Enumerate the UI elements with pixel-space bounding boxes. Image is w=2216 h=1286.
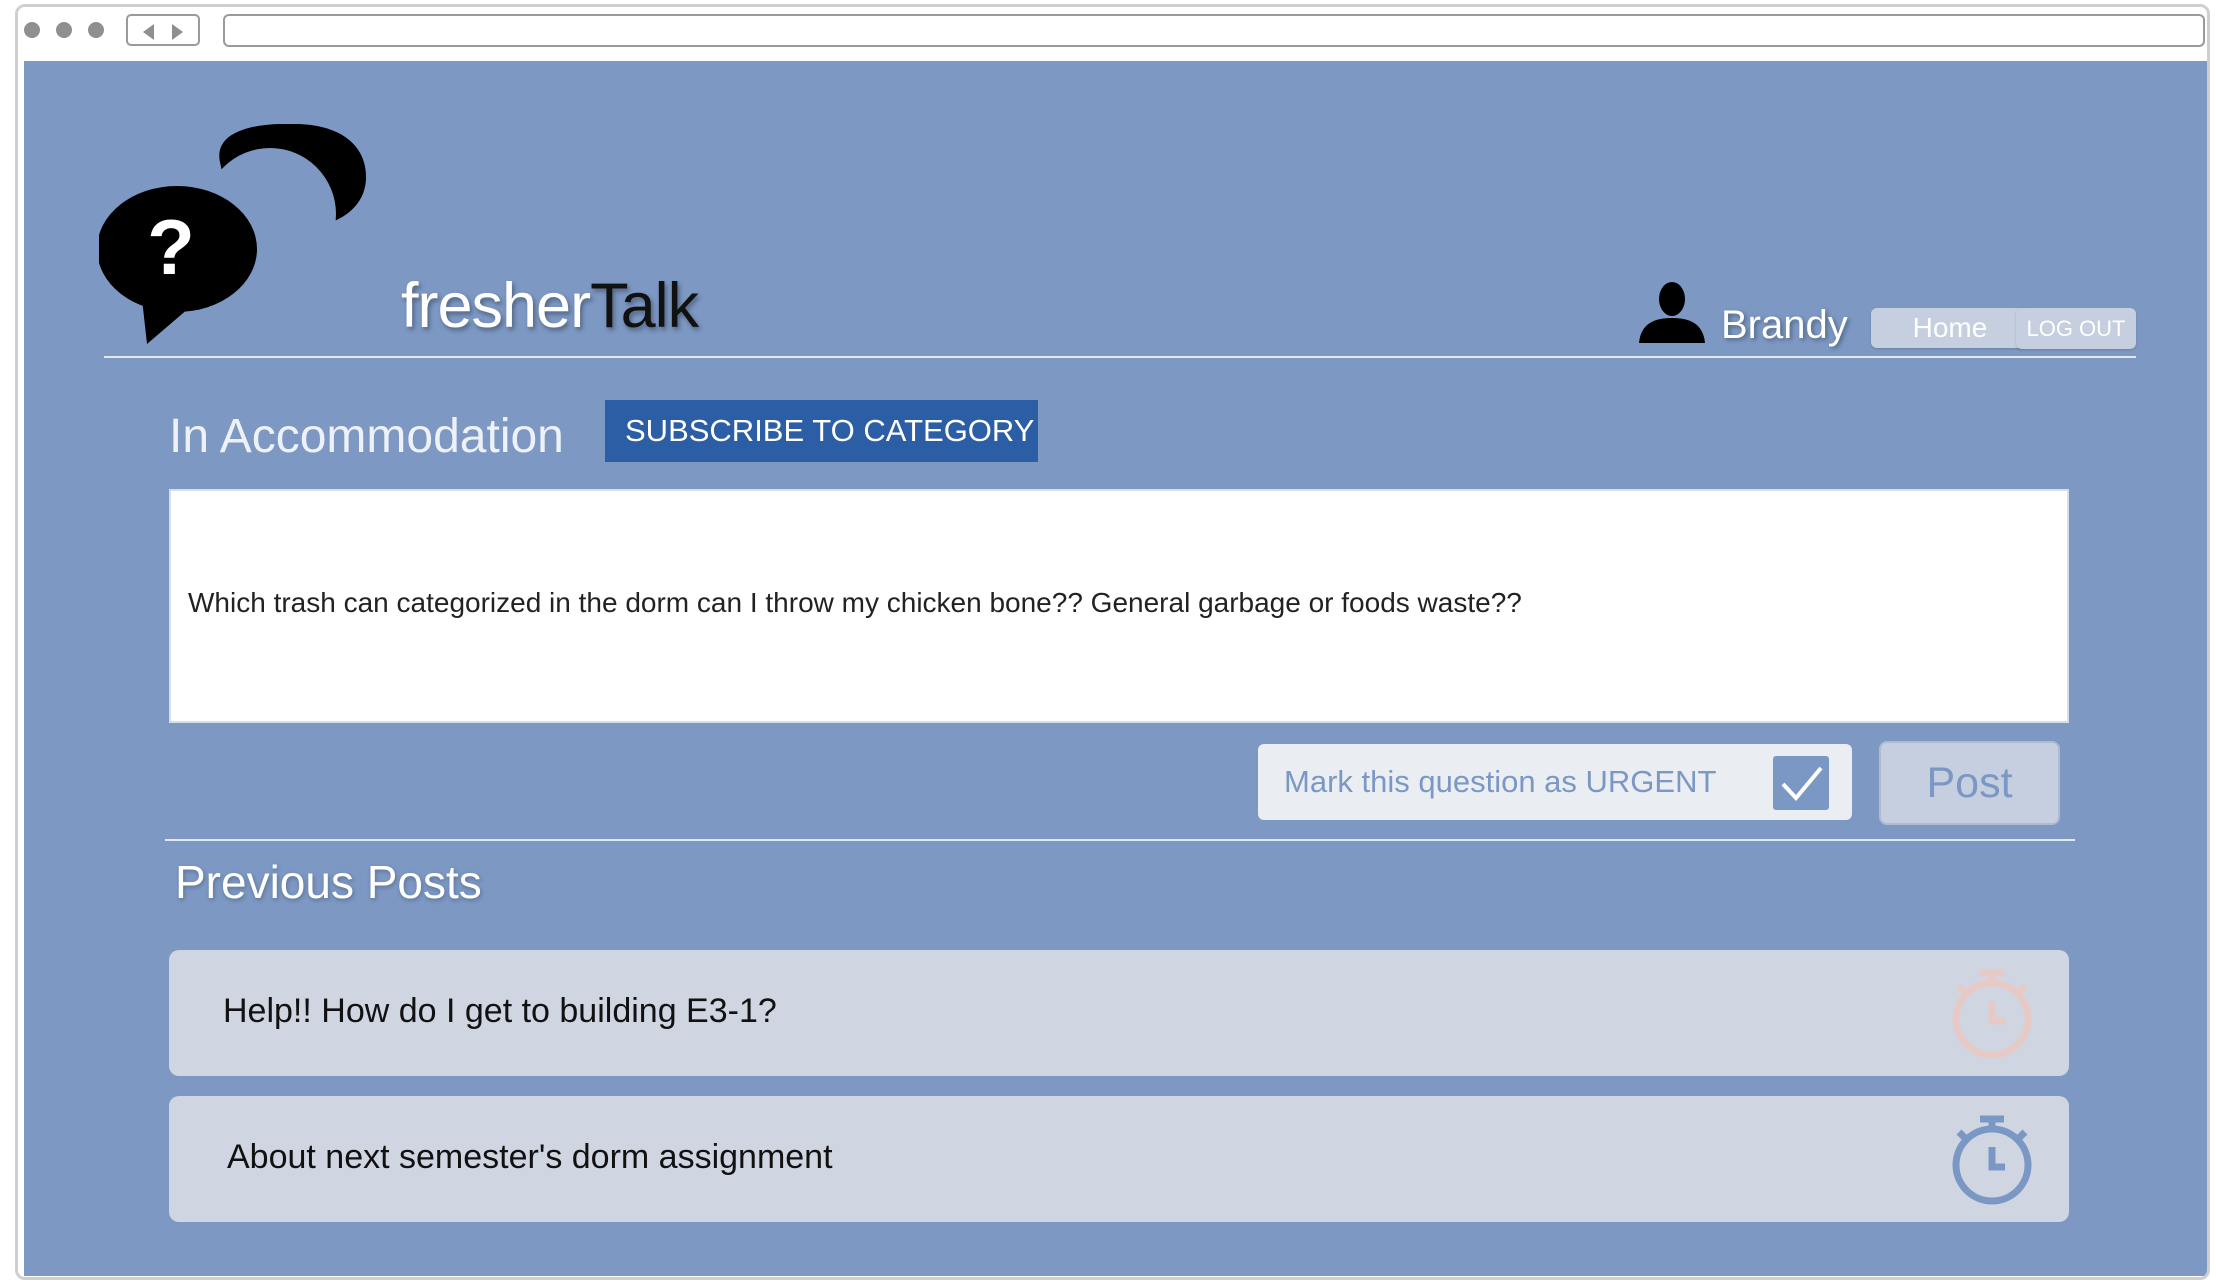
back-arrow-icon[interactable]: [143, 24, 154, 40]
window-maximize-dot[interactable]: [88, 22, 104, 38]
browser-toolbar: [18, 7, 2207, 61]
urgent-toggle[interactable]: Mark this question as URGENT: [1258, 744, 1852, 820]
page-viewport: ? fresherTalk Brandy Home LOG OUT In Acc…: [24, 61, 2207, 1276]
header-divider: [104, 356, 2136, 358]
window-close-dot[interactable]: [24, 22, 40, 38]
brand-title: fresherTalk: [401, 275, 699, 338]
brand-part-1: fresher: [401, 271, 591, 341]
urgent-checkbox[interactable]: [1773, 756, 1829, 810]
browser-window: ? fresherTalk Brandy Home LOG OUT In Acc…: [15, 4, 2210, 1280]
clock-icon: [1952, 969, 2032, 1059]
subscribe-category-button[interactable]: SUBSCRIBE TO CATEGORY: [605, 400, 1038, 462]
checkmark-icon: [1781, 766, 1823, 802]
svg-text:?: ?: [147, 203, 195, 291]
clock-icon: [1952, 1115, 2032, 1205]
user-name[interactable]: Brandy: [1721, 303, 1848, 348]
brand-part-2: Talk: [590, 271, 699, 341]
chat-question-logo-icon: ?: [99, 124, 367, 344]
category-title: In Accommodation: [169, 410, 564, 463]
question-input[interactable]: Which trash can categorized in the dorm …: [169, 489, 2069, 723]
post-title[interactable]: Help!! How do I get to building E3-1?: [223, 992, 777, 1031]
address-bar[interactable]: [223, 14, 2205, 47]
user-avatar-icon: [1639, 282, 1705, 343]
forward-arrow-icon[interactable]: [172, 24, 183, 40]
section-divider: [165, 839, 2075, 841]
home-button[interactable]: Home: [1871, 308, 2029, 348]
post-button[interactable]: Post: [1879, 741, 2060, 825]
window-minimize-dot[interactable]: [56, 22, 72, 38]
post-title[interactable]: About next semester's dorm assignment: [227, 1138, 833, 1177]
browser-nav-buttons: [126, 14, 200, 46]
post-item[interactable]: Help!! How do I get to building E3-1?: [169, 950, 2069, 1076]
post-item[interactable]: About next semester's dorm assignment: [169, 1096, 2069, 1222]
urgent-label: Mark this question as URGENT: [1284, 764, 1717, 799]
logout-button[interactable]: LOG OUT: [2016, 308, 2136, 349]
previous-posts-title: Previous Posts: [175, 856, 482, 908]
